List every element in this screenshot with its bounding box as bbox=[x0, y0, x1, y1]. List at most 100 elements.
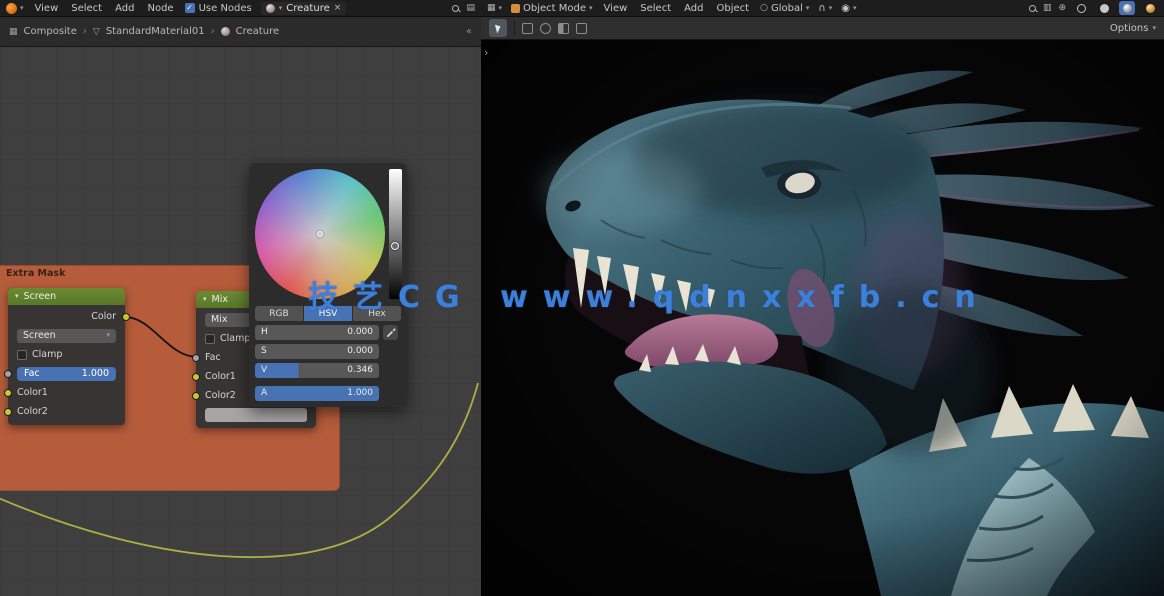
3d-viewport[interactable]: › bbox=[481, 40, 1164, 596]
menu-add[interactable]: Add bbox=[682, 3, 705, 14]
viewport-header: ▦ ▾ Object Mode ▾ View Select Add Object… bbox=[481, 0, 1164, 17]
eyedropper-icon[interactable] bbox=[383, 325, 398, 340]
search-icon[interactable] bbox=[1029, 5, 1036, 12]
breadcrumb-item-composite[interactable]: Composite bbox=[24, 26, 77, 37]
saturation-label: S bbox=[261, 346, 267, 356]
menu-add[interactable]: Add bbox=[113, 3, 136, 14]
tool-toggle-icon[interactable] bbox=[540, 23, 551, 34]
screen-node-body: Color Screen ▾ Clamp bbox=[8, 305, 125, 425]
hue-slider[interactable]: H 0.000 bbox=[255, 325, 379, 340]
shading-wireframe-button[interactable] bbox=[1073, 1, 1089, 15]
wheel-cursor[interactable] bbox=[317, 231, 323, 237]
chevron-down-icon: ▾ bbox=[806, 5, 810, 12]
mix-clamp-checkbox[interactable] bbox=[205, 334, 215, 344]
material-sphere-icon bbox=[221, 27, 230, 36]
tool-toggle-icon[interactable] bbox=[558, 23, 569, 34]
select-tool-icon bbox=[494, 23, 501, 33]
material-name-field[interactable]: Creature bbox=[286, 3, 329, 14]
mix-clamp-label: Clamp bbox=[220, 333, 250, 344]
options-dropdown[interactable]: Options ▾ bbox=[1110, 23, 1156, 34]
material-icon bbox=[266, 4, 275, 13]
menu-node[interactable]: Node bbox=[145, 3, 175, 14]
value-value: 0.346 bbox=[347, 365, 373, 375]
value-number-slider[interactable]: V 0.346 bbox=[255, 363, 379, 378]
filter-icon[interactable]: ▤ bbox=[466, 3, 475, 13]
color-output-row: Color bbox=[8, 307, 125, 326]
use-nodes-label: Use Nodes bbox=[199, 3, 252, 14]
shading-solid-button[interactable] bbox=[1096, 1, 1112, 15]
chevron-down-icon: ▾ bbox=[20, 5, 24, 12]
fac-input-socket[interactable] bbox=[4, 370, 12, 378]
chevron-down-icon: ▾ bbox=[1152, 25, 1156, 32]
snap-magnet-button[interactable]: ∩ ▾ bbox=[818, 3, 832, 14]
menu-object[interactable]: Object bbox=[715, 3, 752, 14]
frame-label: Extra Mask bbox=[6, 268, 65, 279]
alpha-slider[interactable]: A 1.000 bbox=[255, 386, 379, 401]
menu-select[interactable]: Select bbox=[638, 3, 673, 14]
menu-select[interactable]: Select bbox=[69, 3, 104, 14]
clamp-row: Clamp bbox=[8, 345, 125, 364]
fac-label: Fac bbox=[24, 368, 40, 379]
collapse-node-icon[interactable]: ▾ bbox=[15, 293, 19, 300]
editor-type-button[interactable]: ▦ ▾ bbox=[487, 3, 502, 13]
color-output-socket[interactable] bbox=[122, 313, 130, 321]
clamp-checkbox[interactable] bbox=[17, 350, 27, 360]
color-swatch[interactable] bbox=[205, 408, 307, 422]
mix-color1-input-socket[interactable] bbox=[192, 373, 200, 381]
alpha-label: A bbox=[261, 388, 267, 398]
color2-label: Color2 bbox=[17, 406, 48, 417]
collapse-region-icon[interactable]: « bbox=[466, 26, 472, 37]
options-label: Options bbox=[1110, 23, 1149, 34]
menu-view[interactable]: View bbox=[33, 3, 61, 14]
vignette-overlay bbox=[481, 40, 1164, 596]
search-icon[interactable] bbox=[452, 5, 459, 12]
color1-input-socket[interactable] bbox=[4, 389, 12, 397]
blend-mode-dropdown[interactable]: Screen ▾ bbox=[17, 329, 116, 343]
material-datablock-selector[interactable]: ▾ Creature × bbox=[261, 2, 347, 15]
blend-mode-value: Screen bbox=[23, 330, 56, 341]
mix-color2-input-socket[interactable] bbox=[192, 392, 200, 400]
proportional-edit-button[interactable]: ◉ ▾ bbox=[841, 3, 856, 14]
chevron-down-icon: ▾ bbox=[589, 5, 593, 12]
orientation-dropdown[interactable]: ○ Global ▾ bbox=[760, 3, 809, 14]
breadcrumb: ▦ Composite › ▽ StandardMaterial01 › Cre… bbox=[0, 17, 481, 47]
shading-rendered-button[interactable] bbox=[1142, 1, 1158, 15]
value-slider-handle[interactable] bbox=[391, 242, 399, 250]
breadcrumb-item-creature[interactable]: Creature bbox=[236, 26, 279, 37]
editor-type-button[interactable]: ▾ bbox=[6, 3, 24, 14]
saturation-slider[interactable]: S 0.000 bbox=[255, 344, 379, 359]
gizmo-icon[interactable]: ⊕ bbox=[1058, 3, 1066, 13]
color2-input-socket[interactable] bbox=[4, 408, 12, 416]
shading-material-button[interactable] bbox=[1119, 1, 1135, 15]
mix-color1-label: Color1 bbox=[205, 371, 236, 382]
alpha-row: A 1.000 bbox=[255, 386, 401, 401]
fac-slider[interactable]: Fac 1.000 bbox=[17, 367, 116, 381]
viewport-editor-icon: ▦ bbox=[487, 3, 496, 13]
blend-mode-row: Screen ▾ bbox=[8, 326, 125, 345]
screen-node[interactable]: ▾ Screen Color Screen ▾ bbox=[8, 288, 125, 425]
unlink-icon[interactable]: × bbox=[334, 3, 342, 13]
wireframe-icon bbox=[1077, 4, 1086, 13]
collapse-node-icon[interactable]: ▾ bbox=[203, 296, 207, 303]
active-tool-button[interactable] bbox=[489, 19, 507, 37]
object-mode-icon bbox=[511, 4, 520, 13]
mix-blend-value: Mix bbox=[211, 314, 227, 325]
node-editor-canvas[interactable]: Extra Mask ▾ Screen Color bbox=[0, 47, 481, 596]
tool-toggle-icon[interactable] bbox=[576, 23, 587, 34]
mix-fac-label: Fac bbox=[205, 352, 221, 363]
material-output-icon: ▽ bbox=[93, 27, 100, 37]
value-label: V bbox=[261, 365, 267, 375]
solid-icon bbox=[1100, 4, 1109, 13]
overlays-icon[interactable]: ▥ bbox=[1043, 3, 1052, 13]
toolbar-expand-icon[interactable]: › bbox=[484, 46, 488, 59]
screen-node-header[interactable]: ▾ Screen bbox=[8, 288, 125, 305]
tab-rgb[interactable]: RGB bbox=[255, 306, 303, 321]
mode-dropdown[interactable]: Object Mode ▾ bbox=[511, 3, 593, 14]
use-nodes-checkbox[interactable]: ✓ Use Nodes bbox=[185, 3, 252, 14]
menu-view[interactable]: View bbox=[602, 3, 630, 14]
chevron-down-icon: ▾ bbox=[853, 5, 857, 12]
tool-toggle-icon[interactable] bbox=[522, 23, 533, 34]
breadcrumb-item-material[interactable]: StandardMaterial01 bbox=[106, 26, 205, 37]
mix-fac-input-socket[interactable] bbox=[192, 354, 200, 362]
orientation-label: Global bbox=[771, 3, 803, 14]
